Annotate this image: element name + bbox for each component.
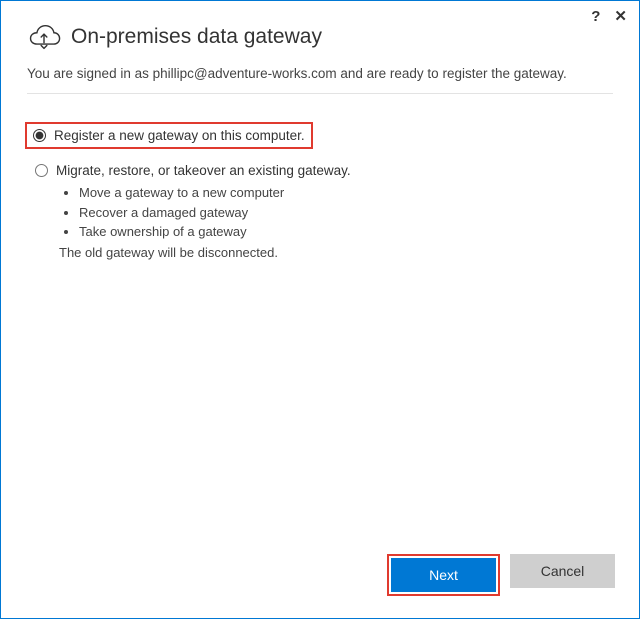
signed-in-text: You are signed in as phillipc@adventure-…	[27, 65, 613, 83]
cloud-gateway-icon	[27, 23, 61, 51]
option-migrate[interactable]: Migrate, restore, or takeover an existin…	[31, 161, 613, 180]
dialog-header: On-premises data gateway	[27, 23, 613, 51]
close-icon[interactable]: ✕	[614, 7, 627, 25]
radio-migrate-label: Migrate, restore, or takeover an existin…	[56, 163, 351, 178]
radio-register[interactable]	[33, 129, 46, 142]
divider	[27, 93, 613, 94]
user-email: phillipc@adventure-works.com	[153, 66, 337, 81]
option-register-highlight: Register a new gateway on this computer.	[25, 122, 313, 149]
next-button[interactable]: Next	[391, 558, 496, 592]
radio-register-label: Register a new gateway on this computer.	[54, 128, 305, 143]
migrate-note: The old gateway will be disconnected.	[59, 243, 613, 263]
migrate-bullet: Move a gateway to a new computer	[79, 183, 613, 203]
next-button-highlight: Next	[387, 554, 500, 596]
migrate-description: Move a gateway to a new computer Recover…	[59, 183, 613, 262]
dialog-title: On-premises data gateway	[71, 25, 322, 49]
cancel-button[interactable]: Cancel	[510, 554, 615, 588]
migrate-bullet: Take ownership of a gateway	[79, 222, 613, 242]
radio-migrate[interactable]	[35, 164, 48, 177]
migrate-bullet: Recover a damaged gateway	[79, 203, 613, 223]
help-icon[interactable]: ?	[591, 8, 600, 25]
